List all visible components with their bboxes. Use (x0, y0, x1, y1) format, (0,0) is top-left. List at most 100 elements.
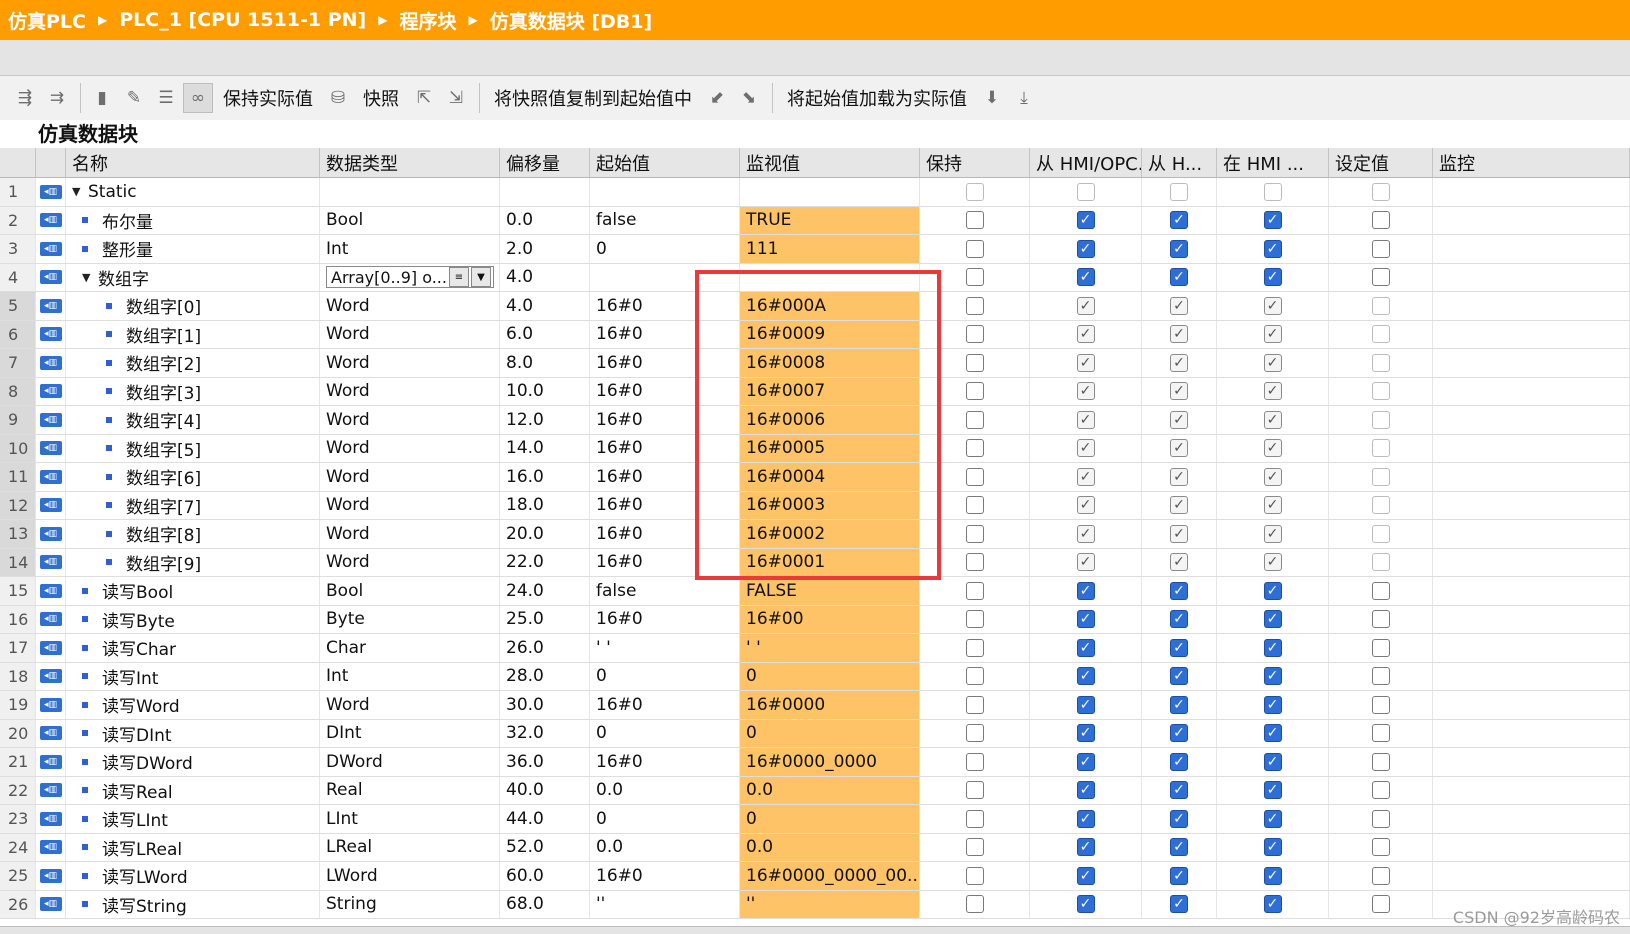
copy-to-start-all-icon[interactable]: ⬊ (734, 83, 764, 113)
type-cell[interactable]: Word (320, 292, 500, 320)
retain-checkbox[interactable] (965, 325, 984, 344)
setpoint-checkbox[interactable] (1371, 809, 1390, 828)
monitor-value-cell[interactable]: 16#0000_0000_00... (740, 862, 920, 890)
setpoint-checkbox[interactable] (1371, 524, 1390, 543)
monitor-value-cell[interactable]: 0.0 (740, 833, 920, 861)
type-cell[interactable]: Word (320, 320, 500, 348)
supervision-cell[interactable] (1433, 520, 1630, 548)
table-row[interactable]: 1 ◂▥ ▼ Static (0, 178, 1630, 207)
name-cell[interactable]: 读写Real (66, 776, 320, 804)
from-h-checkbox[interactable]: ✓ (1170, 439, 1188, 458)
setpoint-checkbox[interactable] (1371, 695, 1390, 714)
supervision-cell[interactable] (1433, 406, 1630, 434)
hmi-opc-checkbox[interactable]: ✓ (1076, 410, 1095, 429)
supervision-cell[interactable] (1433, 263, 1630, 291)
supervision-cell[interactable] (1433, 662, 1630, 690)
setpoint-checkbox[interactable] (1371, 638, 1390, 657)
header-offset[interactable]: 偏移量 (500, 148, 590, 177)
in-hmi-checkbox[interactable]: ✓ (1263, 296, 1282, 315)
reset-start-icon[interactable]: ▮ (87, 83, 117, 113)
type-cell[interactable]: Char (320, 634, 500, 662)
type-cell[interactable]: Bool (320, 577, 500, 605)
hmi-opc-checkbox[interactable]: ✓ (1076, 353, 1095, 372)
retain-checkbox[interactable] (965, 496, 984, 515)
monitor-value-cell[interactable]: 0 (740, 662, 920, 690)
retain-checkbox[interactable] (965, 211, 984, 230)
header-hmi-opc[interactable]: 从 HMI/OPC.. (1030, 148, 1142, 177)
type-cell[interactable]: Word (320, 377, 500, 405)
type-cell[interactable] (320, 178, 500, 206)
hmi-opc-checkbox[interactable]: ✓ (1076, 838, 1095, 857)
retain-checkbox[interactable] (965, 866, 984, 885)
retain-checkbox[interactable] (965, 695, 984, 714)
retain-checkbox[interactable] (965, 667, 984, 686)
type-cell[interactable]: Word (320, 349, 500, 377)
monitor-value-cell[interactable]: 111 (740, 235, 920, 263)
retain-checkbox[interactable] (965, 610, 984, 629)
type-cell[interactable]: DInt (320, 719, 500, 747)
load-start-all-icon[interactable]: ⤓ (1009, 83, 1039, 113)
name-cell[interactable]: 数组字[6] (66, 463, 320, 491)
in-hmi-checkbox[interactable]: ✓ (1263, 638, 1282, 657)
retain-checkbox[interactable] (965, 353, 984, 372)
supervision-cell[interactable] (1433, 320, 1630, 348)
hmi-opc-checkbox[interactable]: ✓ (1076, 752, 1095, 771)
in-hmi-checkbox[interactable]: ✓ (1263, 752, 1282, 771)
supervision-cell[interactable] (1433, 833, 1630, 861)
hmi-opc-checkbox[interactable]: ✓ (1076, 211, 1095, 230)
in-hmi-checkbox[interactable]: ✓ (1263, 695, 1282, 714)
name-cell[interactable]: 读写Byte (66, 605, 320, 633)
from-h-checkbox[interactable]: ✓ (1170, 895, 1188, 914)
name-cell[interactable]: 数组字[8] (66, 520, 320, 548)
name-cell[interactable]: ▼ Static (66, 178, 320, 206)
hmi-opc-checkbox[interactable]: ✓ (1076, 781, 1095, 800)
hmi-opc-checkbox[interactable]: ✓ (1076, 325, 1095, 344)
supervision-cell[interactable] (1433, 434, 1630, 462)
in-hmi-checkbox[interactable]: ✓ (1263, 610, 1282, 629)
from-h-checkbox[interactable]: ✓ (1170, 724, 1188, 743)
start-value-cell[interactable]: '' (590, 890, 740, 918)
retain-checkbox[interactable] (965, 895, 984, 914)
start-value-cell[interactable]: 0 (590, 719, 740, 747)
in-hmi-checkbox[interactable]: ✓ (1263, 239, 1282, 258)
table-row[interactable]: 22 ◂▥ 读写Real Real 40.0 0.0 0.0 ✓ ✓ ✓ (0, 776, 1630, 805)
table-row[interactable]: 25 ◂▥ 读写LWord LWord 60.0 16#0 16#0000_0000_00.… (0, 862, 1630, 891)
header-setpoint[interactable]: 设定值 (1329, 148, 1433, 177)
hmi-opc-checkbox[interactable]: ✓ (1076, 638, 1095, 657)
setpoint-checkbox[interactable] (1371, 667, 1390, 686)
supervision-cell[interactable] (1433, 862, 1630, 890)
retain-checkbox[interactable] (965, 268, 984, 287)
copy-snapshot-all-icon[interactable]: ⇲ (441, 83, 471, 113)
start-value-cell[interactable]: false (590, 206, 740, 234)
supervision-cell[interactable] (1433, 178, 1630, 206)
start-value-cell[interactable]: 16#0 (590, 862, 740, 890)
chevron-down-icon[interactable]: ▼ (470, 267, 491, 288)
setpoint-checkbox[interactable] (1371, 439, 1390, 458)
expand-triangle-icon[interactable]: ▼ (72, 185, 88, 198)
table-row[interactable]: 18 ◂▥ 读写Int Int 28.0 0 0 ✓ ✓ ✓ (0, 662, 1630, 691)
hmi-opc-checkbox[interactable]: ✓ (1076, 496, 1095, 515)
in-hmi-checkbox[interactable]: ✓ (1263, 809, 1282, 828)
from-h-checkbox[interactable]: ✓ (1170, 752, 1188, 771)
table-row[interactable]: 24 ◂▥ 读写LReal LReal 52.0 0.0 0.0 ✓ ✓ ✓ (0, 833, 1630, 862)
add-row-icon[interactable]: ⇉ (42, 83, 72, 113)
header-in-hmi[interactable]: 在 HMI ... (1217, 148, 1329, 177)
monitor-glasses-icon[interactable]: ∞ (183, 83, 213, 113)
retain-checkbox[interactable] (965, 838, 984, 857)
retain-checkbox[interactable] (965, 638, 984, 657)
monitor-value-cell[interactable]: 16#0000 (740, 691, 920, 719)
from-h-checkbox[interactable]: ✓ (1170, 467, 1188, 486)
monitor-value-cell[interactable]: FALSE (740, 577, 920, 605)
name-cell[interactable]: 数组字[9] (66, 548, 320, 576)
setpoint-checkbox[interactable] (1371, 895, 1390, 914)
table-row[interactable]: 26 ◂▥ 读写String String 68.0 '' '' ✓ ✓ ✓ (0, 890, 1630, 919)
setpoint-checkbox[interactable] (1371, 410, 1390, 429)
in-hmi-checkbox[interactable]: ✓ (1263, 553, 1282, 572)
type-cell[interactable]: LWord (320, 862, 500, 890)
in-hmi-checkbox[interactable]: ✓ (1263, 724, 1282, 743)
copy-snapshot-button[interactable]: 将快照值复制到起始值中 (494, 85, 692, 111)
name-cell[interactable]: 读写LReal (66, 833, 320, 861)
name-cell[interactable]: 整形量 (66, 235, 320, 263)
hmi-opc-checkbox[interactable]: ✓ (1076, 382, 1095, 401)
table-row[interactable]: 20 ◂▥ 读写DInt DInt 32.0 0 0 ✓ ✓ ✓ (0, 719, 1630, 748)
